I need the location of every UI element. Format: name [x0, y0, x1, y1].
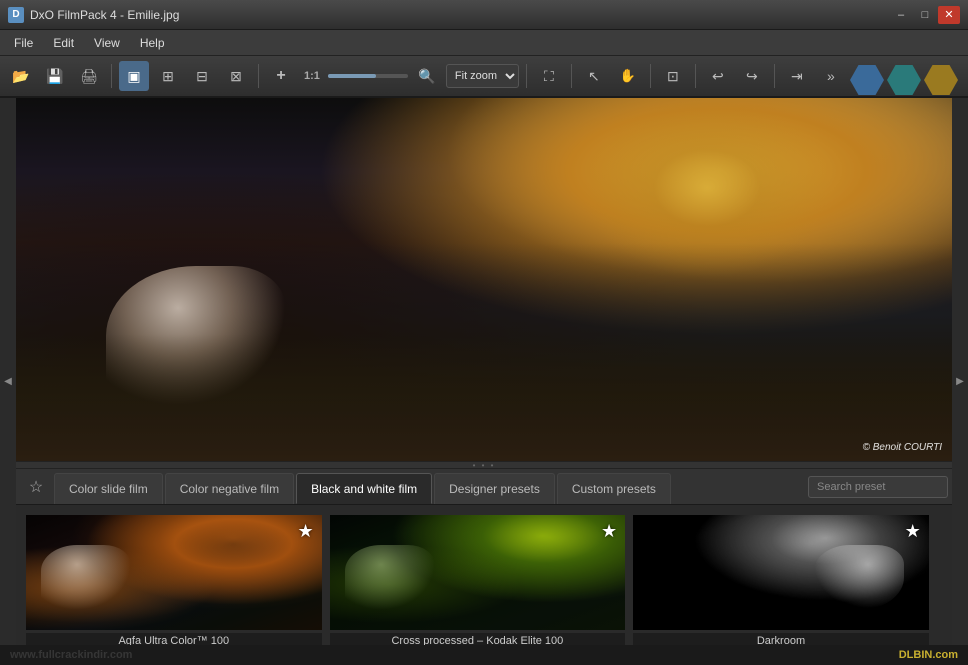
- preset-thumb-img-darkroom: [633, 515, 929, 630]
- redo-button[interactable]: ↪: [737, 61, 767, 91]
- save-icon: 💾: [46, 68, 63, 85]
- menu-file[interactable]: File: [4, 33, 43, 53]
- preset-thumb-agfa[interactable]: ★ Agfa Ultra Color™ 100: [24, 513, 324, 653]
- sep2: [258, 64, 259, 88]
- filmstrip-section: ☆ Color slide film Color negative film B…: [16, 469, 952, 665]
- app-icon: D: [8, 7, 24, 23]
- bottom-bar: www.fullcrackindir.com DLBIN.com: [0, 645, 968, 665]
- zoom-select[interactable]: Fit zoom 25% 50% 75% 100% 150% 200%: [446, 64, 519, 88]
- hex-button-group: [850, 65, 958, 95]
- crop-button[interactable]: ⊡: [658, 61, 688, 91]
- save-button[interactable]: 💾: [40, 61, 70, 91]
- sep1: [111, 64, 112, 88]
- sep5: [650, 64, 651, 88]
- tab-color-negative-film[interactable]: Color negative film: [165, 473, 294, 504]
- undo-icon: ↩: [712, 68, 724, 85]
- preset-thumb-cross[interactable]: ★ Cross processed – Kodak Elite 100: [328, 513, 628, 653]
- side-by-side-icon: ⊞: [162, 68, 174, 85]
- plus-icon: +: [276, 67, 285, 85]
- crop-icon: ⊡: [667, 68, 679, 85]
- single-view-button[interactable]: ▣: [119, 61, 149, 91]
- grip-handle[interactable]: [16, 461, 952, 469]
- tab-designer-presets[interactable]: Designer presets: [434, 473, 555, 504]
- left-panel-toggle[interactable]: ◀: [0, 98, 16, 665]
- print-icon: 🖨: [80, 68, 98, 85]
- window-controls: – □ ✕: [890, 6, 960, 24]
- zoom-slider-track: [328, 74, 376, 78]
- expand-icon: ⇥: [791, 68, 803, 85]
- more-button[interactable]: »: [816, 61, 846, 91]
- magnify-icon: 🔍: [418, 68, 435, 85]
- preset-star-agfa[interactable]: ★: [297, 521, 313, 542]
- sep6: [695, 64, 696, 88]
- main-area: ◀ © Benoit COURTI: [0, 98, 968, 665]
- preset-star-cross[interactable]: ★: [601, 521, 617, 542]
- favorites-button[interactable]: ☆: [20, 469, 52, 504]
- hand-icon: ✋: [620, 68, 636, 84]
- preset-thumb-darkroom[interactable]: ★ Darkroom: [631, 513, 931, 653]
- search-preset-input[interactable]: [808, 476, 948, 498]
- star-icon: ☆: [29, 477, 43, 497]
- more-icon: »: [827, 68, 835, 84]
- zoom-slider[interactable]: [328, 74, 408, 78]
- menu-help[interactable]: Help: [130, 33, 175, 53]
- preset-thumbnails: ★ Agfa Ultra Color™ 100 ★ Cross processe…: [16, 505, 952, 665]
- folder-icon: 📂: [12, 68, 29, 85]
- hex-button-gold[interactable]: [924, 65, 958, 95]
- tab-color-slide-film[interactable]: Color slide film: [54, 473, 163, 504]
- preset-thumb-img-cross: [330, 515, 626, 630]
- single-view-icon: ▣: [127, 68, 140, 85]
- fullscreen-icon: ⛶: [544, 68, 554, 85]
- zoom-in-button[interactable]: +: [266, 61, 296, 91]
- hand-tool-button[interactable]: ✋: [613, 61, 643, 91]
- sep4: [571, 64, 572, 88]
- compare-icon: ⊠: [230, 68, 242, 85]
- image-copyright: © Benoit COURTI: [863, 442, 942, 453]
- right-chevron-icon: ▶: [956, 376, 964, 387]
- fullscreen-button[interactable]: ⛶: [534, 61, 564, 91]
- menu-bar: File Edit View Help: [0, 30, 968, 56]
- select-tool-button[interactable]: ↖: [579, 61, 609, 91]
- open-button[interactable]: 📂: [6, 61, 36, 91]
- expand-panel-button[interactable]: ⇥: [782, 61, 812, 91]
- grid-icon: ⊟: [196, 68, 208, 85]
- tab-custom-presets[interactable]: Custom presets: [557, 473, 671, 504]
- menu-edit[interactable]: Edit: [43, 33, 84, 53]
- minimize-button[interactable]: –: [890, 6, 912, 24]
- left-chevron-icon: ◀: [4, 376, 12, 387]
- main-image: © Benoit COURTI: [16, 98, 952, 461]
- undo-button[interactable]: ↩: [703, 61, 733, 91]
- sep3: [526, 64, 527, 88]
- dlbin-label: DLBIN.com: [899, 649, 958, 661]
- search-zoom-button[interactable]: 🔍: [412, 61, 442, 91]
- menu-view[interactable]: View: [84, 33, 130, 53]
- tab-black-and-white-film[interactable]: Black and white film: [296, 473, 432, 504]
- side-by-side-button[interactable]: ⊞: [153, 61, 183, 91]
- grid-view-button[interactable]: ⊟: [187, 61, 217, 91]
- hex-button-teal[interactable]: [887, 65, 921, 95]
- redo-icon: ↪: [746, 68, 758, 85]
- title-bar: D DxO FilmPack 4 - Emilie.jpg – □ ✕: [0, 0, 968, 30]
- image-viewport: © Benoit COURTI: [16, 98, 952, 461]
- watermark-text: www.fullcrackindir.com: [10, 649, 132, 661]
- close-button[interactable]: ✕: [938, 6, 960, 24]
- sep7: [774, 64, 775, 88]
- preset-thumb-img-agfa: [26, 515, 322, 630]
- maximize-button[interactable]: □: [914, 6, 936, 24]
- zoom-1to1-label: 1:1: [300, 70, 324, 82]
- window-title: DxO FilmPack 4 - Emilie.jpg: [30, 8, 890, 22]
- toolbar: 📂 💾 🖨 ▣ ⊞ ⊟ ⊠ + 1:1 🔍 Fit zoom 25% 50% 7…: [0, 56, 968, 98]
- preset-tabs: ☆ Color slide film Color negative film B…: [16, 469, 952, 505]
- print-button[interactable]: 🖨: [74, 61, 104, 91]
- arrow-icon: ↖: [588, 68, 600, 85]
- hex-button-blue[interactable]: [850, 65, 884, 95]
- preset-star-darkroom[interactable]: ★: [905, 521, 921, 542]
- compare-button[interactable]: ⊠: [221, 61, 251, 91]
- right-panel-toggle[interactable]: ▶: [952, 98, 968, 665]
- center-area: © Benoit COURTI ☆ Color slide film Color…: [16, 98, 952, 665]
